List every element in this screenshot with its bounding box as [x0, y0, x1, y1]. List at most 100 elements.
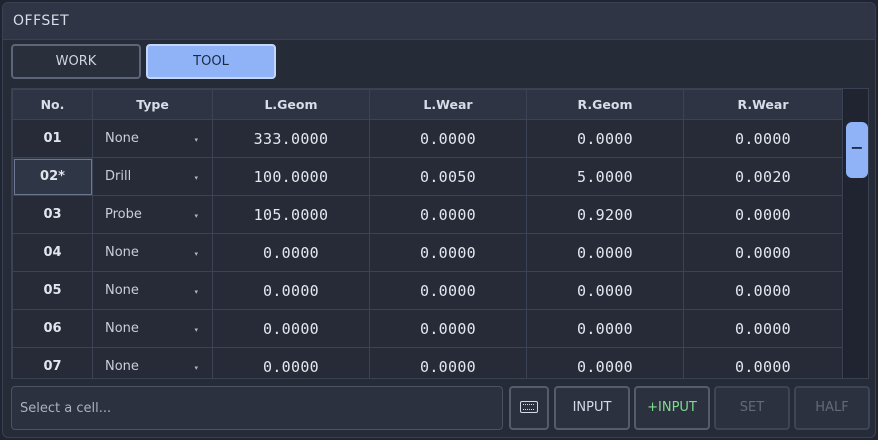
cell-l-wear[interactable]: 0.0000: [369, 195, 527, 234]
keyboard-icon: [520, 401, 538, 413]
cell-type[interactable]: Probe ▾: [92, 195, 213, 234]
cell-l-geom-value: 0.0000: [263, 281, 319, 300]
dropdown-caret-icon[interactable]: ▾: [194, 364, 198, 372]
cell-l-wear[interactable]: 0.0000: [369, 309, 527, 348]
cell-r-wear[interactable]: 0.0000: [683, 233, 843, 272]
table-row: 07 None ▾ 0.0000 0.0000 0.0000 0.0000: [12, 347, 843, 378]
cell-l-geom[interactable]: 0.0000: [212, 233, 370, 272]
cell-r-wear-value: 0.0000: [735, 243, 791, 262]
header-r-wear: R.Wear: [683, 89, 843, 120]
input-button[interactable]: INPUT: [554, 386, 630, 430]
cell-r-wear[interactable]: 0.0000: [683, 271, 843, 310]
cell-r-geom-value: 0.0000: [577, 319, 633, 338]
cell-type[interactable]: None ▾: [92, 233, 213, 272]
cell-type[interactable]: None ▾: [92, 347, 213, 378]
cell-l-geom-value: 105.0000: [253, 205, 329, 224]
cell-l-wear-value: 0.0000: [420, 357, 476, 376]
scrollbar-thumb[interactable]: −: [846, 122, 868, 178]
header-l-wear: L.Wear: [369, 89, 527, 120]
cell-r-geom-value: 5.0000: [577, 167, 633, 186]
cell-no-value: 04: [43, 245, 62, 260]
cell-no-value: 02*: [40, 169, 65, 184]
offset-tabs: WORK TOOL: [11, 44, 276, 80]
tab-tool[interactable]: TOOL: [146, 44, 276, 79]
offset-table: No. Type L.Geom L.Wear R.Geom R.Wear 01 N…: [12, 89, 843, 378]
keyboard-button[interactable]: [509, 386, 549, 430]
cell-l-geom[interactable]: 0.0000: [212, 271, 370, 310]
cell-l-wear[interactable]: 0.0000: [369, 271, 527, 310]
cell-no-value: 06: [43, 321, 62, 336]
table-header-row: No. Type L.Geom L.Wear R.Geom R.Wear: [12, 89, 843, 120]
cell-no[interactable]: 03: [12, 195, 93, 234]
half-button[interactable]: HALF: [794, 386, 870, 430]
cell-r-geom[interactable]: 5.0000: [526, 157, 684, 196]
cell-no[interactable]: 07: [12, 347, 93, 378]
cell-l-geom-value: 100.0000: [253, 167, 329, 186]
cell-r-wear-value: 0.0020: [735, 167, 791, 186]
cell-l-wear[interactable]: 0.0050: [369, 157, 527, 196]
cell-r-wear-value: 0.0000: [735, 357, 791, 376]
cell-type[interactable]: None ▾: [92, 119, 213, 158]
dropdown-caret-icon[interactable]: ▾: [194, 326, 198, 334]
cell-l-wear[interactable]: 0.0000: [369, 233, 527, 272]
cell-l-geom[interactable]: 105.0000: [212, 195, 370, 234]
table-scrollbar[interactable]: −: [844, 89, 868, 378]
cell-l-wear-value: 0.0050: [420, 167, 476, 186]
dropdown-caret-icon[interactable]: ▾: [194, 174, 198, 182]
cell-r-geom[interactable]: 0.0000: [526, 271, 684, 310]
dropdown-caret-icon[interactable]: ▾: [194, 212, 198, 220]
dropdown-caret-icon[interactable]: ▾: [194, 136, 198, 144]
offset-table-area: No. Type L.Geom L.Wear R.Geom R.Wear 01 N…: [11, 88, 869, 379]
cell-l-wear-value: 0.0000: [420, 205, 476, 224]
cell-l-wear-value: 0.0000: [420, 281, 476, 300]
dropdown-caret-icon[interactable]: ▾: [194, 288, 198, 296]
header-r-geom: R.Geom: [526, 89, 684, 120]
header-no: No.: [12, 89, 93, 120]
cell-r-geom[interactable]: 0.0000: [526, 233, 684, 272]
cell-no-value: 07: [43, 359, 62, 374]
cell-no-value: 01: [43, 131, 62, 146]
cell-r-wear[interactable]: 0.0000: [683, 347, 843, 378]
cell-l-geom[interactable]: 333.0000: [212, 119, 370, 158]
table-row: 02* Drill ▾ 100.0000 0.0050 5.0000 0.0020: [12, 157, 843, 196]
cell-r-wear[interactable]: 0.0000: [683, 309, 843, 348]
cell-r-geom-value: 0.9200: [577, 205, 633, 224]
cell-l-geom[interactable]: 0.0000: [212, 347, 370, 378]
cell-r-geom[interactable]: 0.0000: [526, 309, 684, 348]
set-button[interactable]: SET: [714, 386, 790, 430]
cell-l-wear[interactable]: 0.0000: [369, 347, 527, 378]
cell-type[interactable]: None ▾: [92, 309, 213, 348]
cell-r-geom[interactable]: 0.0000: [526, 347, 684, 378]
cell-no[interactable]: 04: [12, 233, 93, 272]
table-row: 04 None ▾ 0.0000 0.0000 0.0000 0.0000: [12, 233, 843, 272]
cell-l-wear-value: 0.0000: [420, 243, 476, 262]
tab-work[interactable]: WORK: [11, 44, 141, 79]
cell-l-geom[interactable]: 0.0000: [212, 309, 370, 348]
cell-l-geom-value: 0.0000: [263, 319, 319, 338]
cell-l-geom-value: 0.0000: [263, 357, 319, 376]
cell-type[interactable]: None ▾: [92, 271, 213, 310]
cell-r-geom-value: 0.0000: [577, 357, 633, 376]
cell-r-wear[interactable]: 0.0000: [683, 119, 843, 158]
cell-r-wear[interactable]: 0.0020: [683, 157, 843, 196]
cell-no[interactable]: 06: [12, 309, 93, 348]
cell-l-wear[interactable]: 0.0000: [369, 119, 527, 158]
cell-no[interactable]: 05: [12, 271, 93, 310]
bottom-bar: INPUT +INPUT SET HALF: [11, 386, 871, 431]
cell-r-geom[interactable]: 0.9200: [526, 195, 684, 234]
cell-no[interactable]: 01: [12, 119, 93, 158]
cell-l-geom[interactable]: 100.0000: [212, 157, 370, 196]
cell-r-wear[interactable]: 0.0000: [683, 195, 843, 234]
cell-l-wear-value: 0.0000: [420, 129, 476, 148]
dropdown-caret-icon[interactable]: ▾: [194, 250, 198, 258]
cell-r-geom-value: 0.0000: [577, 243, 633, 262]
header-type: Type: [92, 89, 213, 120]
cell-no[interactable]: 02*: [12, 157, 93, 196]
cell-type-value: None: [105, 359, 139, 374]
plus-input-button[interactable]: +INPUT: [634, 386, 710, 430]
cell-r-geom[interactable]: 0.0000: [526, 119, 684, 158]
cell-value-input[interactable]: [11, 386, 503, 430]
cell-type[interactable]: Drill ▾: [92, 157, 213, 196]
header-l-geom: L.Geom: [212, 89, 370, 120]
offset-panel: OFFSET WORK TOOL No. Type L.Geom L.Wear …: [2, 2, 876, 438]
